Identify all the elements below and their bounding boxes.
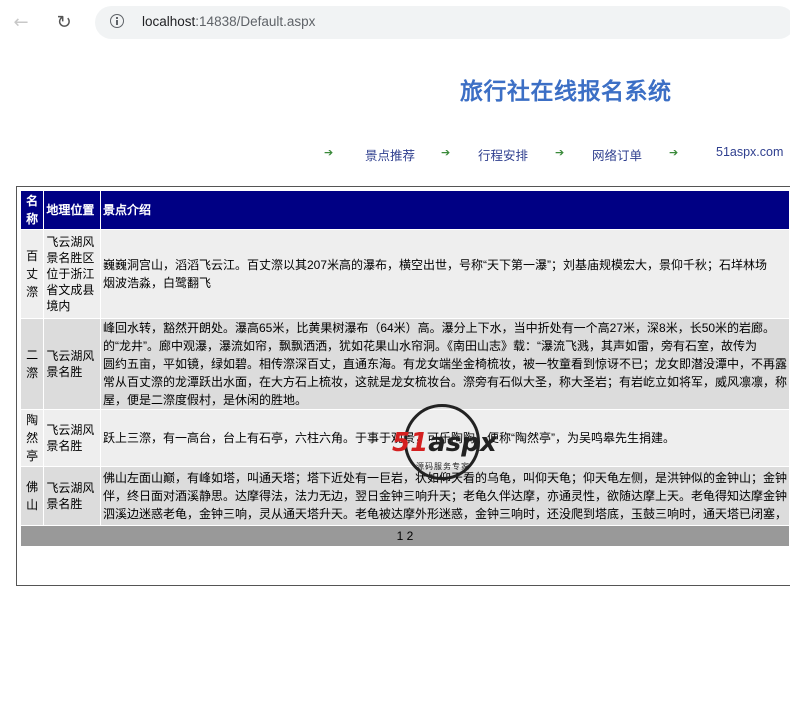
intro-line: 峰回水转，豁然开朗处。瀑高65米，比黄果树瀑布（64米）高。瀑分上下水，当中折处… (102, 321, 776, 335)
cell-location: 飞云湖风景名胜 (43, 409, 101, 467)
cell-location: 飞云湖风景名胜 (43, 466, 101, 526)
reload-icon[interactable]: ↻ (53, 12, 75, 34)
attractions-table: 名称 地理位置 景点介绍 百丈漈 飞云湖风景名胜区位于浙江省文成县境内 巍巍洞宫… (19, 190, 790, 547)
cell-intro: 峰回水转，豁然开朗处。瀑高65米，比黄果树瀑布（64米）高。瀑分上下水，当中折处… (99, 318, 790, 410)
intro-line: 伴，终日面对酒溪静思。达摩得法，法力无边，翌日金钟三响升天；老龟久伴达摩，亦通灵… (102, 489, 787, 503)
cell-name: 百丈漈 (19, 229, 45, 319)
table-header-row: 名称 地理位置 景点介绍 (19, 190, 790, 230)
watermark-brand-aspx: aspx (428, 428, 497, 458)
cell-name: 二漈 (19, 318, 45, 410)
nav-link-itinerary[interactable]: 行程安排 (478, 145, 528, 164)
arrow-right-icon: ➔ (669, 146, 679, 159)
intro-line: 圆约五亩，平如镜，绿如碧。相传漈深百丈，直通东海。有龙女端坐金椅梳妆，被一牧童看… (102, 357, 787, 371)
pager[interactable]: 1 2 (20, 525, 790, 547)
url-host: localhost (142, 14, 196, 29)
url-path: :14838/Default.aspx (195, 14, 316, 29)
cell-location: 飞云湖风景名胜 (43, 318, 101, 410)
intro-line: 的“龙井”。廊中观瀑，瀑流如帘，飘飘洒洒，犹如花果山水帘洞。《南田山志》载：“瀑… (102, 339, 757, 353)
cell-name: 佛山 (19, 466, 45, 526)
address-bar[interactable]: localhost:14838/Default.aspx (95, 6, 790, 39)
watermark-logo: 51aspx 源码服务专家 (392, 402, 502, 482)
header-intro: 景点介绍 (99, 190, 790, 230)
header-name: 名称 (19, 190, 45, 230)
header-location: 地理位置 (43, 190, 101, 230)
browser-toolbar: ← ↻ localhost:14838/Default.aspx (0, 0, 790, 46)
cell-name: 陶然亭 (19, 409, 45, 467)
nav-link-51aspx[interactable]: 51aspx.com (716, 145, 783, 159)
intro-line: 常从百丈漈的龙潭跃出水面，在大方石上梳妆，这就是龙女梳妆台。漈旁有石似大圣，称大… (102, 375, 787, 389)
page-title: 旅行社在线报名系统 (460, 79, 672, 105)
nav-link-attractions[interactable]: 景点推荐 (365, 145, 415, 164)
nav-link-orders[interactable]: 网络订单 (592, 145, 642, 164)
arrow-right-icon: ➔ (441, 146, 451, 159)
watermark-brand-51: 51 (392, 428, 429, 458)
table-row: 百丈漈 飞云湖风景名胜区位于浙江省文成县境内 巍巍洞宫山，滔滔飞云江。百丈漈以其… (19, 229, 790, 319)
info-icon[interactable] (110, 14, 124, 28)
watermark-subtitle: 源码服务专家 (416, 462, 470, 471)
top-nav: ➔ 景点推荐 ➔ 行程安排 ➔ 网络订单 ➔ 51aspx.com (324, 145, 790, 163)
back-arrow-icon[interactable]: ← (10, 12, 32, 34)
url-text[interactable]: localhost:14838/Default.aspx (142, 14, 315, 29)
table-row: 二漈 飞云湖风景名胜 峰回水转，豁然开朗处。瀑高65米，比黄果树瀑布（64米）高… (19, 318, 790, 410)
arrow-right-icon: ➔ (555, 146, 565, 159)
arrow-right-icon: ➔ (324, 146, 334, 159)
cell-intro: 巍巍洞宫山，滔滔飞云江。百丈漈以其207米高的瀑布，横空出世，号称“天下第一瀑”… (99, 229, 790, 319)
intro-line: 泗溪边迷惑老龟，金钟三响，灵从通天塔升天。老龟被达摩外形迷惑，金钟三响时，还没爬… (102, 507, 787, 521)
intro-line: 巍巍洞宫山，滔滔飞云江。百丈漈以其207米高的瀑布，横空出世，号称“天下第一瀑”… (102, 258, 767, 272)
pager-row: 1 2 (20, 525, 790, 547)
intro-line: 烟波浩淼，白鹭翻飞 (102, 276, 211, 290)
cell-location: 飞云湖风景名胜区位于浙江省文成县境内 (43, 229, 101, 319)
watermark-brand: 51aspx (392, 428, 497, 458)
